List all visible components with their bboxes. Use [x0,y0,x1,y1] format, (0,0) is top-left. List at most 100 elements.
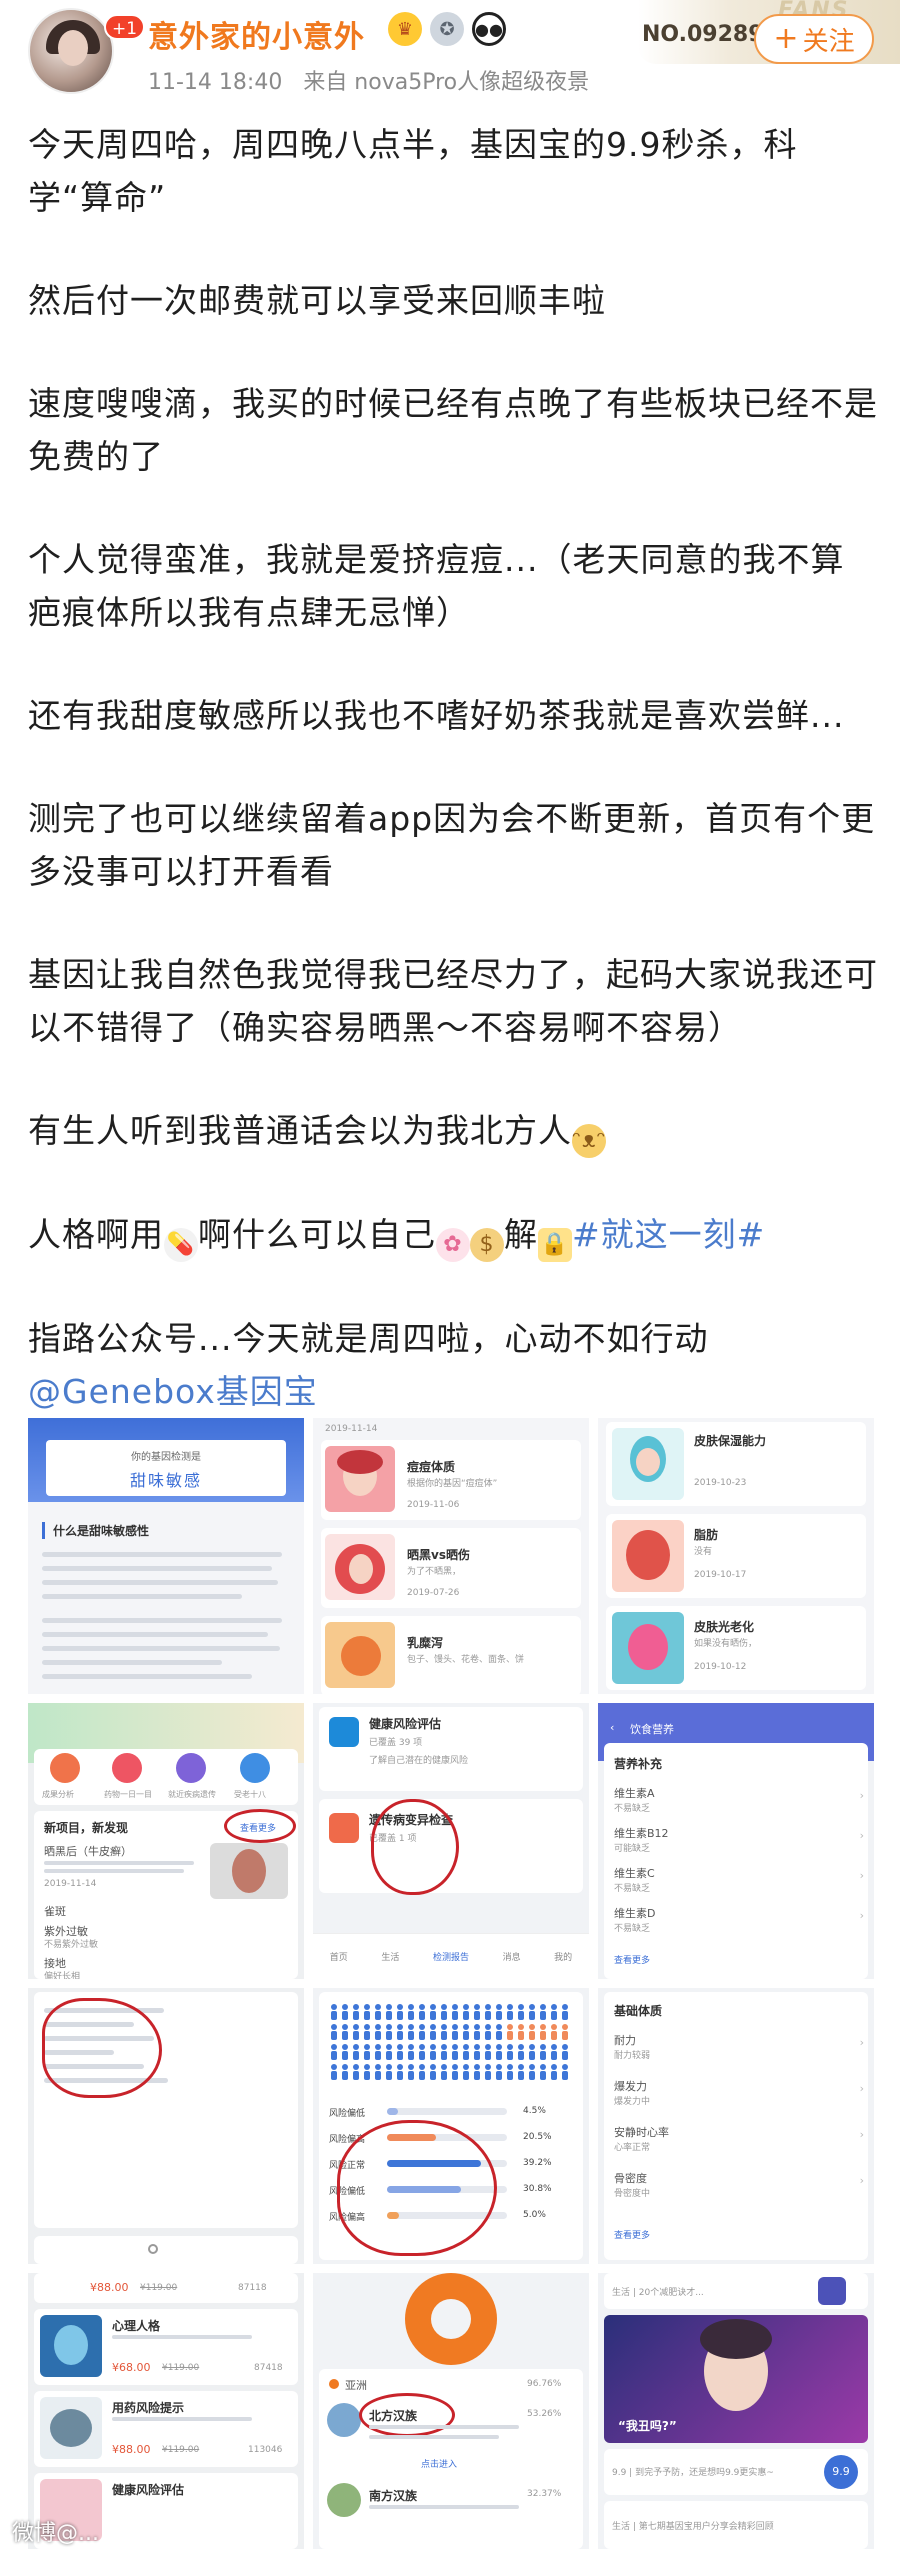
avatar[interactable]: +1 [28,8,146,94]
person-icon [331,2004,337,2010]
person-icon [419,2064,425,2070]
image-thumbnail[interactable]: 2019-11-14 痘痘体质 根据你的基因“痘痘体” 2019-11-06 晒… [313,1418,589,1694]
person-icon [397,2064,403,2070]
person-icon [452,2024,458,2030]
nav-messages[interactable]: 消息 [503,1950,521,1963]
view-more-link[interactable]: 查看更多 [614,2228,650,2241]
person-icon [518,2071,524,2080]
person-icon [529,2031,535,2040]
page-title: 饮食营养 [630,1723,674,1736]
row-sub: 骨密度中 [614,2189,651,2199]
person-icon [463,2044,469,2050]
person-icon [496,2031,502,2040]
person-icon [364,2044,370,2050]
post-paragraph: 然后付一次邮费就可以享受来回顺丰啦 [28,281,606,320]
image-thumbnail[interactable]: 亚洲 96.76% 北方汉族 53.26% 点击进入 南方汉族 32.37% [313,2273,589,2549]
image-thumbnail[interactable] [28,1988,304,2264]
row-sub: 心率正常 [614,2143,651,2153]
watermark: 微博@... [12,2521,99,2546]
person-icon [331,2071,337,2080]
row-title: 爆发力 [614,2080,647,2093]
person-icon [375,2011,381,2020]
image-thumbnail[interactable]: 健康风险评估 已覆盖 39 项 了解自己潜在的健康风险 遗传病变异检查 已覆盖 … [313,1703,589,1979]
person-icon [430,2024,436,2030]
item-date: 2019-10-23 [694,1478,747,1488]
person-icon [353,2011,359,2020]
person-icon [353,2071,359,2080]
back-arrow-icon[interactable]: ‹ [610,1721,614,1734]
person-icon [430,2051,436,2060]
person-icon [485,2044,491,2050]
person-icon [540,2064,546,2070]
person-icon [551,2064,557,2070]
person-icon [408,2064,414,2070]
shortcut-label: 就近疾病遗传 [168,1790,216,1799]
person-icon [540,2031,546,2040]
person-icon [342,2024,348,2030]
bottom-nav: 首页 生活 检测报告 消息 我的 [313,1933,589,1979]
image-thumbnail[interactable]: 你的基因检测是 甜味敏感 什么是甜味敏感性 [28,1418,304,1694]
follow-button[interactable]: + 关注 [754,14,874,64]
image-thumbnail[interactable]: ¥88.00 ¥119.00 87118 心理人格 ¥68.00 ¥119.00… [28,2273,304,2549]
person-icon [529,2071,535,2080]
person-icon [551,2071,557,2080]
image-thumbnail[interactable]: 皮肤保湿能力 2019-10-23 脂肪 没有 2019-10-17 皮肤光老化… [598,1418,874,1694]
image-thumbnail[interactable]: 风险偏低 4.5% 风险偏高 20.5% 风险正常 39.2% 风险偏低 30.8% 风险偏高 5… [313,1988,589,2264]
banner-caption: “我丑吗?” [618,2419,677,2433]
mention-link[interactable]: @Genebox基因宝 [28,1372,318,1411]
image-thumbnail[interactable]: 基础体质 耐力 耐力较弱 › 爆发力 爆发力中 › 安静时心率 心率正常 › 骨… [598,1988,874,2264]
date-label: 2019-11-14 [325,1424,378,1434]
post-paragraph: 人格啊用 💊啊什么可以自己 ✿ $ 解 🔒#就这一刻# [28,1208,878,1262]
person-icon [463,2011,469,2020]
plus-icon: + [773,21,799,56]
view-more-link[interactable]: 查看更多 [614,1953,650,1966]
person-icon [331,2051,337,2060]
item-title: 皮肤光老化 [694,1620,755,1634]
panda-icon: ●● [472,12,506,46]
nav-life[interactable]: 生活 [381,1950,399,1963]
person-icon [386,2024,392,2030]
post-paragraph: 有生人听到我普通话会以为我北方人ᵔᴥᵔ [28,1104,878,1158]
item-date: 2019-11-14 [44,1879,97,1889]
nav-me[interactable]: 我的 [554,1950,572,1963]
image-thumbnail[interactable]: ‹ 饮食营养 营养补充 维生素A 不易缺乏 › 维生素B12 可能缺乏 › 维生… [598,1703,874,1979]
person-icon [463,2031,469,2040]
notification-badge: +1 [104,14,146,40]
person-icon [452,2064,458,2070]
image-thumbnail[interactable]: 生活 | 20个减肥诀才... “我丑吗?” 9.9 | 到完予予防，还是想吗9… [598,2273,874,2549]
person-icon [441,2031,447,2040]
person-icon [507,2071,513,2080]
person-icon [452,2004,458,2010]
person-icon [540,2044,546,2050]
row-sub: 耐力较弱 [614,2051,651,2061]
nav-report[interactable]: 检测报告 [433,1950,469,1963]
person-icon [430,2064,436,2070]
region-value: 96.76% [527,2379,562,2389]
person-icon [540,2071,546,2080]
person-icon [430,2044,436,2050]
person-icon [441,2024,447,2030]
person-icon [507,2024,513,2030]
person-icon [562,2011,568,2020]
person-icon [342,2011,348,2020]
person-icon [562,2024,568,2030]
person-icon [408,2051,414,2060]
person-icon [375,2044,381,2050]
ancestry-row-value: 32.37% [527,2489,562,2499]
shortcut-label: 药物一日一目 [104,1790,152,1799]
item-date: 2019-07-26 [407,1588,460,1598]
person-icon [375,2071,381,2080]
buyer-count: 113046 [248,2445,283,2455]
pill-emoji-icon: 💊 [164,1228,198,1262]
person-icon [562,2064,568,2070]
topic-link[interactable]: #就这一刻# [572,1215,765,1254]
product-title: 健康风险评估 [112,2483,185,2497]
person-icon [507,2044,513,2050]
username[interactable]: 意外家的小意外 [148,12,365,56]
enter-link[interactable]: 点击进入 [421,2457,457,2470]
person-icon [364,2051,370,2060]
person-icon [397,2051,403,2060]
image-thumbnail[interactable]: 成果分析 药物一日一目 就近疾病遗传 受老十八 新项目，新发现 查看更多 晒黑后… [28,1703,304,1979]
nav-home[interactable]: 首页 [330,1950,348,1963]
section-title: 新项目，新发现 [44,1821,129,1835]
